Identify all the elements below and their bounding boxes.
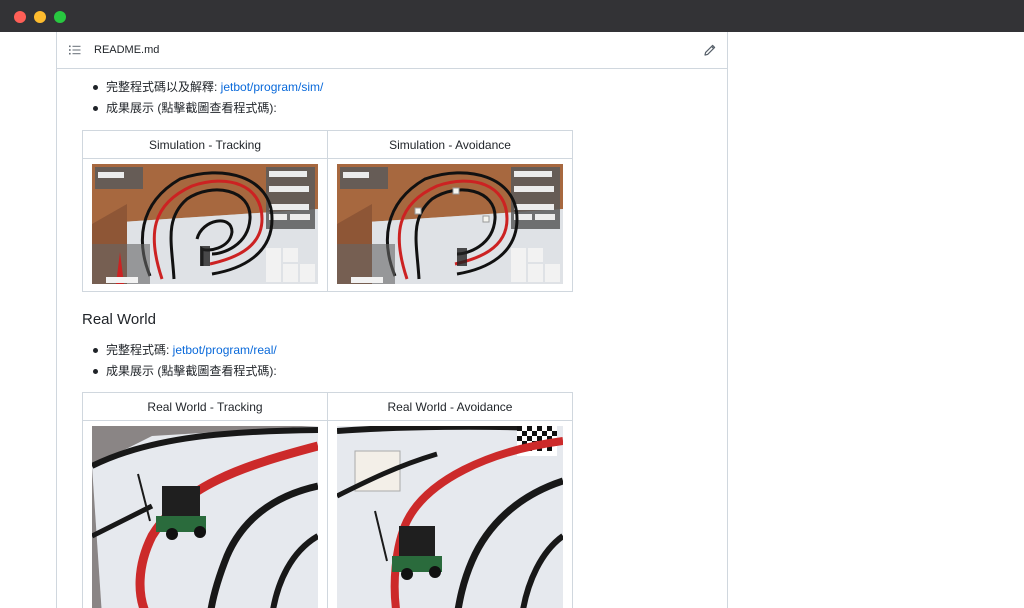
section-heading-real-world: Real World [82, 311, 156, 328]
readme-filename: README.md [94, 44, 160, 56]
pencil-icon[interactable] [703, 43, 717, 57]
real-world-avoidance-photo[interactable] [337, 426, 563, 608]
simulation-avoidance-screenshot[interactable] [337, 164, 563, 284]
table-header: Simulation - Avoidance [327, 130, 573, 159]
table-header: Real World - Avoidance [327, 392, 573, 421]
list-item: 成果展示 (點擊截圖查看程式碼): [91, 361, 277, 382]
list-item: 成果展示 (點擊截圖查看程式碼): [91, 98, 323, 119]
table-cell [327, 420, 573, 608]
bullet-text: 完整程式碼以及解釋: [106, 80, 221, 94]
bullet-text: 成果展示 (點擊截圖查看程式碼): [106, 101, 277, 115]
readme-panel: README.md 完整程式碼以及解釋: jetbot/program/sim/… [56, 32, 728, 608]
sim-program-link[interactable]: jetbot/program/sim/ [221, 80, 324, 94]
list-item: 完整程式碼: jetbot/program/real/ [91, 340, 277, 361]
list-unordered-icon[interactable] [69, 44, 81, 56]
readme-header: README.md [57, 32, 727, 69]
real-program-link[interactable]: jetbot/program/real/ [173, 343, 277, 357]
simulation-tracking-screenshot[interactable] [92, 164, 318, 284]
real-bullet-list: 完整程式碼: jetbot/program/real/ 成果展示 (點擊截圖查看… [91, 340, 277, 382]
close-window-button[interactable] [14, 11, 26, 23]
bullet-text: 成果展示 (點擊截圖查看程式碼): [106, 364, 277, 378]
table-cell [327, 158, 573, 292]
sim-bullet-list: 完整程式碼以及解釋: jetbot/program/sim/ 成果展示 (點擊截… [91, 77, 323, 119]
table-cell [82, 420, 328, 608]
maximize-window-button[interactable] [54, 11, 66, 23]
page-content: README.md 完整程式碼以及解釋: jetbot/program/sim/… [0, 32, 1024, 608]
table-cell [82, 158, 328, 292]
table-header: Simulation - Tracking [82, 130, 328, 159]
window-titlebar [0, 0, 1024, 32]
sim-results-table: Simulation - Tracking Simulation - Avoid… [82, 130, 573, 292]
real-world-tracking-photo[interactable] [92, 426, 318, 608]
list-item: 完整程式碼以及解釋: jetbot/program/sim/ [91, 77, 323, 98]
table-header: Real World - Tracking [82, 392, 328, 421]
real-results-table: Real World - Tracking Real World - Avoid… [82, 392, 573, 608]
minimize-window-button[interactable] [34, 11, 46, 23]
bullet-text: 完整程式碼: [106, 343, 173, 357]
